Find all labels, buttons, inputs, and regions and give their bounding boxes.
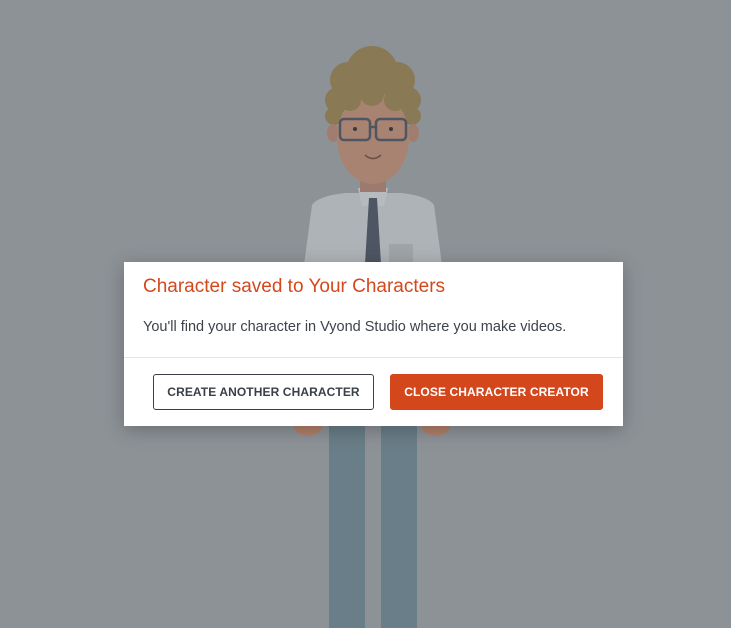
dialog-message: You'll find your character in Vyond Stud… (143, 319, 567, 335)
character-left-eye (353, 127, 357, 131)
dialog-divider (124, 357, 623, 358)
create-another-character-button[interactable]: CREATE ANOTHER CHARACTER (153, 374, 374, 410)
character-right-leg (381, 420, 417, 628)
character-right-eye (389, 127, 393, 131)
dialog-title: Character saved to Your Characters (143, 276, 446, 297)
character-pocket (389, 244, 413, 262)
character-left-leg (329, 420, 365, 628)
close-character-creator-button[interactable]: CLOSE CHARACTER CREATOR (390, 374, 603, 410)
character-saved-dialog: Character saved to Your Characters You'l… (124, 262, 623, 426)
